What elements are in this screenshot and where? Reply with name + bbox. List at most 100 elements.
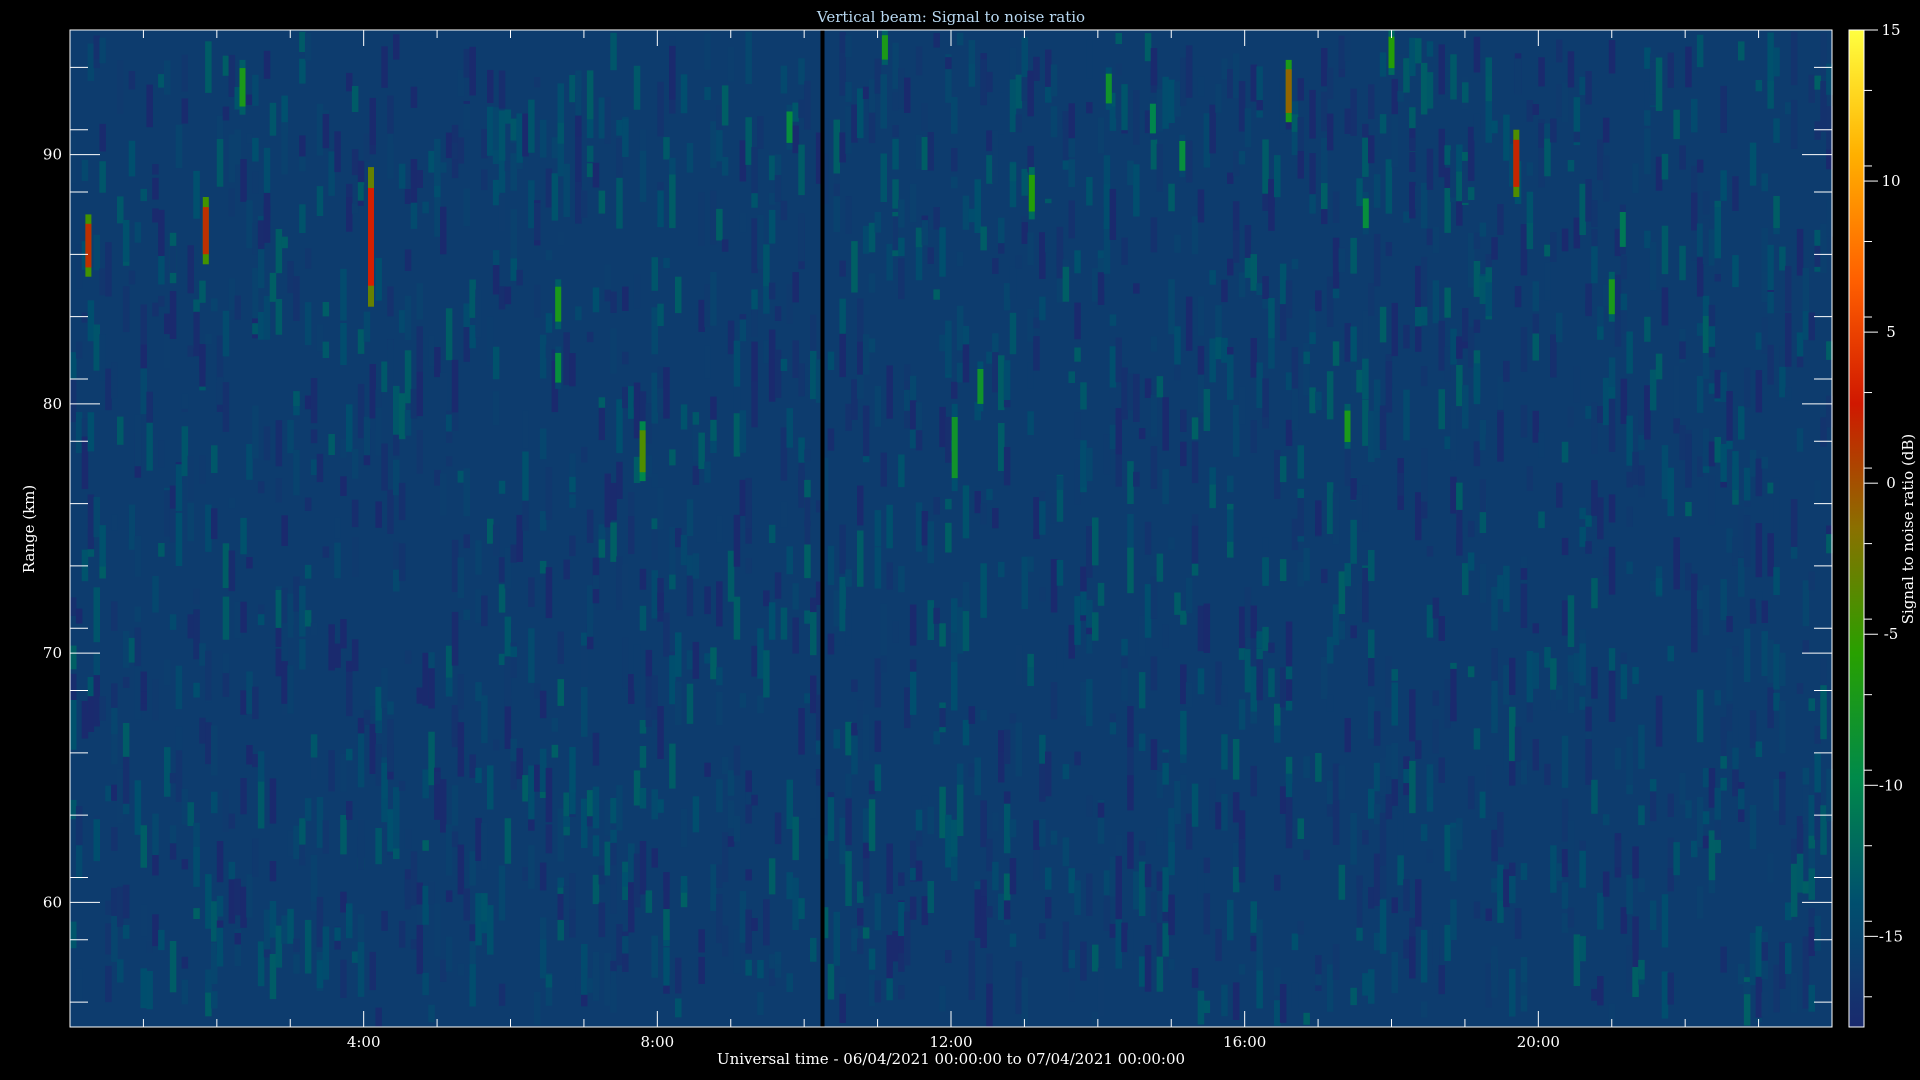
heatmap-cell	[1279, 81, 1287, 134]
heatmap-cell	[1244, 225, 1252, 258]
heatmap-cell	[1162, 76, 1169, 129]
heatmap-cell	[1426, 604, 1434, 638]
heatmap-cell	[804, 80, 811, 130]
heatmap-cell	[1444, 287, 1451, 318]
heatmap-cell	[169, 614, 177, 630]
colorbar-tick-label: -5	[1884, 625, 1899, 643]
heatmap-cell	[1362, 830, 1369, 845]
heatmap-cell	[1027, 556, 1034, 572]
heatmap-cell	[669, 574, 676, 590]
heatmap-cell	[680, 808, 688, 848]
heatmap-cell	[346, 664, 353, 717]
heatmap-cell	[1420, 256, 1428, 310]
heatmap-cell	[898, 902, 905, 936]
heatmap-cell	[1591, 402, 1598, 455]
heatmap-cell	[1591, 988, 1598, 1001]
heatmap-cell	[1702, 585, 1710, 636]
heatmap-cell	[1197, 858, 1205, 901]
heatmap-cell	[1450, 406, 1457, 461]
heatmap-cell	[404, 350, 412, 404]
heatmap-cell	[739, 212, 747, 233]
heatmap-cell	[1755, 741, 1763, 757]
heatmap-cell	[915, 227, 923, 248]
heatmap-cell	[357, 383, 365, 439]
heatmap-cell	[1520, 568, 1528, 580]
heatmap-cell	[657, 799, 664, 813]
heatmap-cell	[951, 97, 958, 134]
heatmap-cell	[134, 666, 142, 720]
heatmap-cell	[152, 852, 159, 876]
heatmap-cell	[487, 106, 494, 156]
heatmap-cell	[1138, 840, 1146, 856]
heatmap-cell	[1015, 722, 1023, 777]
heatmap-cell	[1197, 990, 1205, 1025]
heatmap-cell	[340, 619, 347, 649]
heatmap-cell	[945, 950, 952, 963]
heatmap-cell	[1761, 456, 1768, 469]
heatmap-cell	[1426, 72, 1434, 109]
heatmap-cell	[1591, 200, 1598, 227]
heatmap-cell	[862, 927, 870, 939]
heatmap-cell	[733, 816, 741, 842]
heatmap-cell	[222, 55, 230, 76]
heatmap-cell	[792, 125, 799, 154]
data-gap	[820, 30, 825, 1027]
heatmap-cell	[1403, 939, 1410, 959]
heatmap-cell	[1262, 417, 1269, 429]
heatmap-cell	[827, 428, 835, 451]
heatmap-cell	[1250, 338, 1257, 378]
heatmap-cell	[1509, 968, 1516, 1017]
heatmap-cell	[393, 459, 400, 496]
heatmap-cell	[1356, 584, 1363, 612]
heatmap-cell	[1520, 404, 1528, 438]
heatmap-cell	[1773, 118, 1780, 143]
heatmap-cell	[968, 763, 976, 778]
heatmap-cell	[1561, 82, 1569, 122]
heatmap-cell	[322, 113, 330, 149]
heatmap-cell	[1332, 800, 1340, 845]
heatmap-cell	[739, 140, 747, 182]
heatmap-cell	[1691, 840, 1698, 858]
heatmap-cell	[933, 207, 940, 230]
heatmap-cell	[1785, 902, 1792, 921]
echo-core	[85, 223, 92, 268]
heatmap-cell	[733, 514, 741, 567]
heatmap-cell	[322, 820, 330, 854]
heatmap-cell	[1526, 651, 1534, 703]
heatmap-cell	[604, 799, 611, 836]
heatmap-cell	[1767, 482, 1774, 494]
heatmap-cell	[528, 99, 535, 153]
heatmap-cell	[1250, 765, 1257, 797]
heatmap-cell	[1802, 640, 1810, 654]
heatmap-cell	[1379, 866, 1387, 898]
heatmap-cell	[1238, 964, 1246, 975]
heatmap-cell	[657, 190, 664, 228]
heatmap-cell	[1591, 666, 1598, 699]
heatmap-cell	[1720, 372, 1727, 402]
heatmap-cell	[616, 120, 623, 136]
heatmap-cell	[175, 665, 183, 710]
heatmap-cell	[152, 302, 159, 317]
heatmap-cell	[1462, 82, 1469, 103]
heatmap-cell	[557, 631, 564, 664]
heatmap-cell	[1150, 394, 1158, 437]
heatmap-cell	[1802, 267, 1810, 312]
heatmap-cell	[346, 807, 353, 820]
heatmap-cell	[827, 633, 835, 655]
heatmap-cell	[1579, 629, 1586, 644]
heatmap-cell	[434, 347, 441, 378]
colorbar-tick-label: 0	[1886, 474, 1896, 492]
heatmap-cell	[322, 302, 330, 317]
heatmap-cell	[768, 282, 776, 300]
heatmap-cell	[416, 41, 423, 79]
heatmap-cell	[510, 209, 517, 259]
heatmap-cell	[1485, 282, 1492, 317]
heatmap-cell	[457, 674, 465, 710]
heatmap-cell	[193, 847, 200, 887]
heatmap-cell	[134, 222, 142, 243]
heatmap-cell	[1567, 820, 1575, 871]
heatmap-cell	[1250, 254, 1257, 291]
heatmap-cell	[1221, 794, 1228, 831]
heatmap-cell	[140, 825, 147, 868]
heatmap-cell	[445, 890, 453, 903]
